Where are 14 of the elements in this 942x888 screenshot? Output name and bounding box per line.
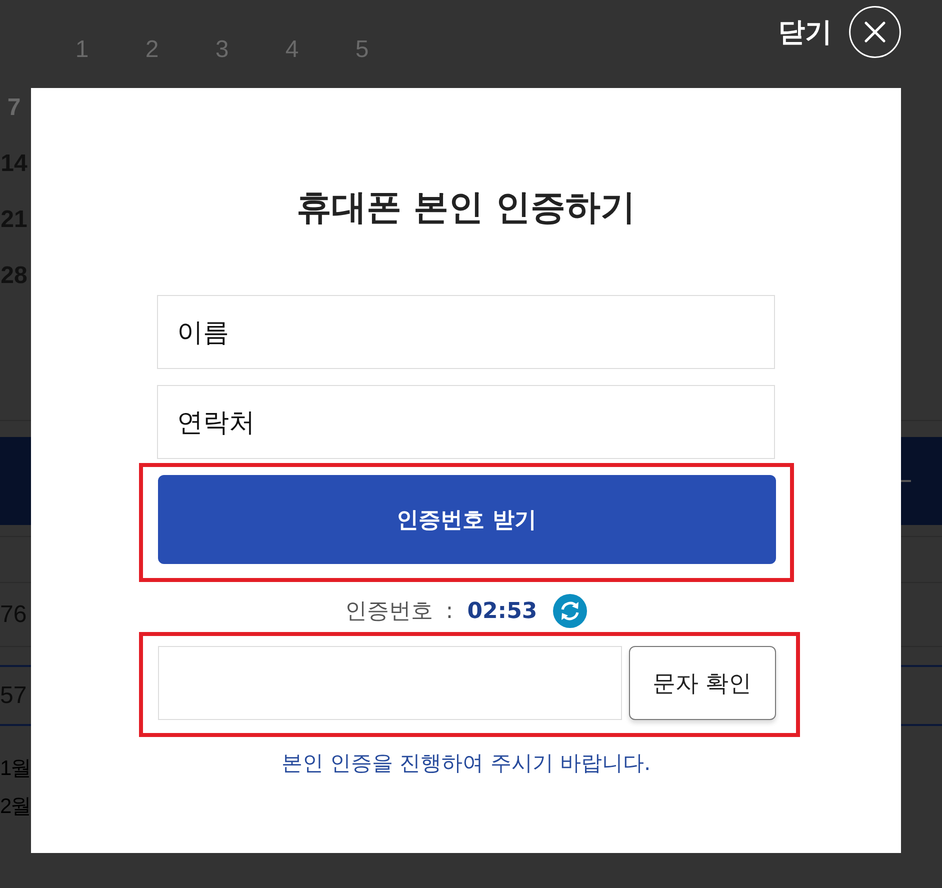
close-icon [849,6,901,58]
close-button[interactable]: 닫기 [778,6,901,58]
confirm-button[interactable]: 문자 확인 [628,646,776,720]
dialog-title: 휴대폰 본인 인증하기 [296,187,636,230]
request-code-button[interactable]: 인증번호 받기 [158,475,776,564]
instruction-text: 본인 인증을 진행하여 주시기 바랍니다. [281,750,651,776]
input-field[interactable]: 이름 [157,295,775,369]
minus-icon [901,480,911,482]
code-input[interactable] [158,646,622,720]
timer-separator: : [446,598,454,624]
timer-value: 02:53 [467,598,538,624]
refresh-icon[interactable] [553,594,588,628]
input-field[interactable]: 연락처 [157,385,775,459]
timer-label: 인증번호 [344,598,433,626]
